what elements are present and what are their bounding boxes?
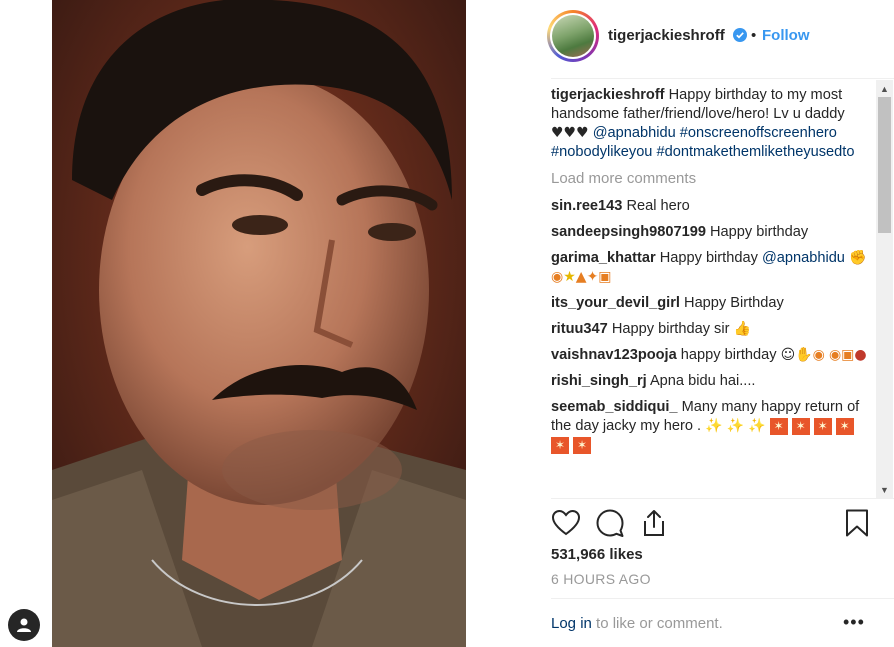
firework-emoji-icon: ✶ xyxy=(813,417,832,435)
post-actions xyxy=(551,508,871,538)
party-popper-emoji-icon: ▲ xyxy=(575,269,587,285)
comments-list: tigerjackieshroff Happy birthday to my m… xyxy=(551,86,877,498)
verified-badge-icon xyxy=(733,28,747,42)
ok-hand-emoji-icon: ✋ xyxy=(795,347,813,363)
comment-username[interactable]: seemab_siddiqui_ xyxy=(551,399,678,415)
share-icon[interactable] xyxy=(639,508,669,538)
comment-item: rishi_singh_rj Apna bidu hai.... xyxy=(551,372,877,391)
scroll-down-arrow-icon[interactable]: ▼ xyxy=(876,481,893,498)
comment-username[interactable]: sin.ree143 xyxy=(551,198,622,214)
bookmark-icon[interactable] xyxy=(842,508,872,538)
firework-emoji-icon: ✶ xyxy=(835,417,854,435)
comment-text: Happy birthday xyxy=(710,224,809,240)
firework-emoji-icon: ✶ xyxy=(791,417,810,435)
profile-fab-button[interactable] xyxy=(8,609,40,641)
avatar[interactable] xyxy=(547,10,599,62)
comment-item: vaishnav123pooja happy birthday ☺✋◉ ◉▣● xyxy=(551,346,877,365)
sparkles-emoji-icon: ✨ xyxy=(748,418,766,434)
scroll-up-arrow-icon[interactable]: ▲ xyxy=(876,80,893,97)
firework-emoji-icon: ✶ xyxy=(573,436,591,454)
load-more-comments-button[interactable]: Load more comments xyxy=(551,169,877,188)
comment-item: garima_khattar Happy birthday @apnabhidu… xyxy=(551,249,877,287)
caption: tigerjackieshroff Happy birthday to my m… xyxy=(551,86,877,162)
divider xyxy=(551,498,894,499)
comment-username[interactable]: its_your_devil_girl xyxy=(551,295,680,311)
user-icon xyxy=(17,618,31,632)
thumbs-up-emoji-icon: 👍 xyxy=(733,321,751,337)
comment-mention[interactable]: @apnabhidu xyxy=(762,250,845,266)
smile-emoji-icon: ☺ xyxy=(780,347,796,363)
caption-username[interactable]: tigerjackieshroff xyxy=(551,87,665,103)
comment-username[interactable]: vaishnav123pooja xyxy=(551,347,677,363)
post-details-panel: tigerjackieshroff • Follow tigerjackiesh… xyxy=(537,0,894,647)
firework-emoji-icon: ✶ xyxy=(769,417,788,435)
scrollbar-thumb[interactable] xyxy=(878,97,891,233)
login-prompt-text: to like or comment. xyxy=(596,615,723,632)
caption-hashtag[interactable]: #nobodylikeyou xyxy=(551,144,652,160)
cake-emoji-icon: ◉ xyxy=(828,347,842,363)
heart-icon[interactable] xyxy=(551,508,581,538)
comment-item: sandeepsingh9807199 Happy birthday xyxy=(551,223,877,242)
post-header: tigerjackieshroff • Follow xyxy=(537,0,894,76)
balloon-emoji-icon: ✦ xyxy=(586,269,599,285)
more-options-button[interactable]: ••• xyxy=(843,612,865,633)
balloon-emoji-icon: ● xyxy=(854,347,867,363)
comment-item: seemab_siddiqui_ Many many happy return … xyxy=(551,398,877,455)
caption-hearts: ♥♥♥ xyxy=(551,125,589,141)
comments-scrollbar[interactable]: ▲ ▼ xyxy=(876,80,893,498)
cake-emoji-icon: ◉ xyxy=(551,269,564,285)
divider xyxy=(551,78,894,79)
login-prompt: Log in to like or comment. xyxy=(551,615,723,632)
caption-mention[interactable]: @apnabhidu xyxy=(593,125,676,141)
comment-username[interactable]: rishi_singh_rj xyxy=(551,373,647,389)
gift-emoji-icon: ▣ xyxy=(598,269,612,285)
header-username[interactable]: tigerjackieshroff xyxy=(608,27,725,44)
comment-text: Happy birthday sir xyxy=(611,321,730,337)
comment-text: Happy birthday xyxy=(659,250,758,266)
caption-hashtag[interactable]: #dontmakethemliketheyusedto xyxy=(657,144,855,160)
comment-text: Happy Birthday xyxy=(684,295,784,311)
comment-text: Apna bidu hai.... xyxy=(649,373,756,389)
post-photo[interactable] xyxy=(52,0,466,647)
comment-username[interactable]: garima_khattar xyxy=(551,250,656,266)
star-emoji-icon: ★ xyxy=(563,269,576,285)
comment-username[interactable]: rituu347 xyxy=(551,321,608,337)
post-timestamp[interactable]: 6 HOURS AGO xyxy=(551,571,651,587)
sparkles-emoji-icon: ✨ xyxy=(705,418,723,434)
follow-button[interactable]: Follow xyxy=(762,27,810,44)
comment-text: Real hero xyxy=(626,198,690,214)
boxing-glove-emoji-icon: ✊ xyxy=(849,250,867,266)
comment-bubble-icon[interactable] xyxy=(595,508,625,538)
login-link[interactable]: Log in xyxy=(551,615,592,632)
caption-hashtag[interactable]: #onscreenoffscreenhero xyxy=(680,125,837,141)
cake-emoji-icon: ◉ xyxy=(812,347,825,363)
portrait-image xyxy=(52,0,466,647)
comment-text: happy birthday xyxy=(680,347,777,363)
comment-item: rituu347 Happy birthday sir 👍 xyxy=(551,320,877,339)
comment-username[interactable]: sandeepsingh9807199 xyxy=(551,224,706,240)
sparkles-emoji-icon: ✨ xyxy=(726,418,745,434)
divider xyxy=(551,598,894,599)
separator-dot: • xyxy=(751,27,757,44)
comment-item: sin.ree143 Real hero xyxy=(551,197,877,216)
firework-emoji-icon: ✶ xyxy=(551,436,569,454)
comment-item: its_your_devil_girl Happy Birthday xyxy=(551,294,877,313)
instagram-post-page: tigerjackieshroff • Follow tigerjackiesh… xyxy=(0,0,894,647)
gift-emoji-icon: ▣ xyxy=(841,347,855,363)
likes-count[interactable]: 531,966 likes xyxy=(551,546,643,563)
